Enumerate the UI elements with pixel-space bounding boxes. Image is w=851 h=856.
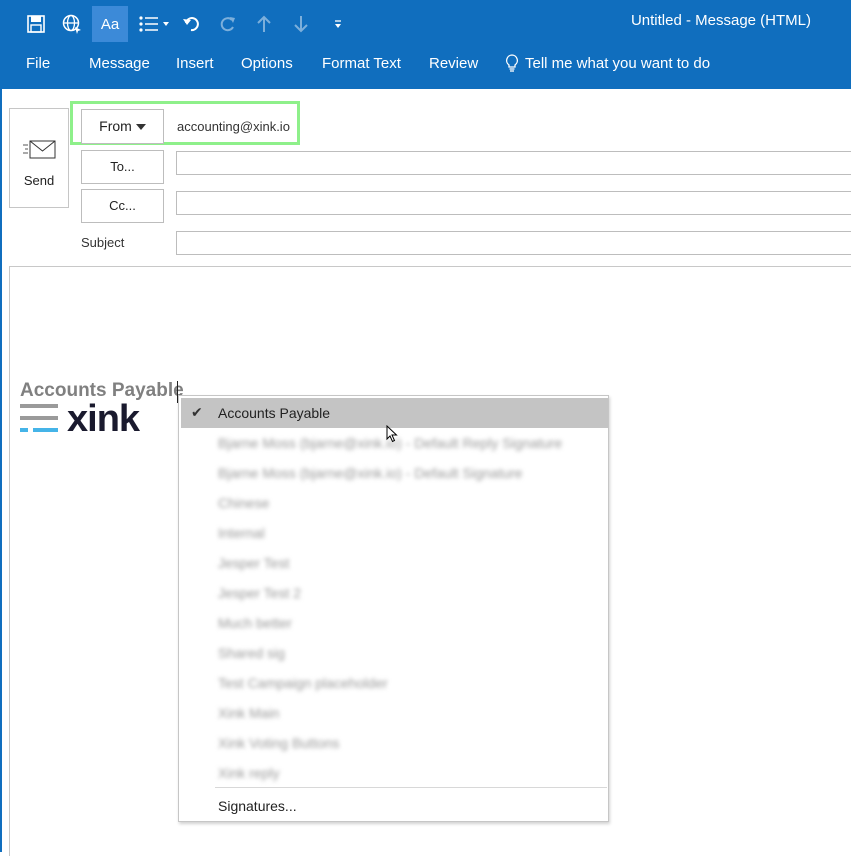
logo-bar (20, 428, 28, 432)
menu-item-label: Jesper Test (218, 555, 290, 571)
menu-item-label: Internal (218, 525, 265, 541)
menu-item-label: Jesper Test 2 (218, 585, 302, 601)
title-bar: Aa Untitled - Message (HTML) (0, 0, 851, 44)
menu-item-label: Accounts Payable (218, 405, 331, 421)
tell-me-label: Tell me what you want to do (525, 54, 711, 72)
logo-bar (33, 428, 58, 432)
logo-bar (20, 404, 58, 408)
cc-button[interactable]: Cc... (81, 189, 164, 223)
mouse-pointer-icon (386, 425, 398, 443)
menu-item-signatures[interactable]: Signatures... (181, 790, 608, 820)
tab-options[interactable]: Options (241, 55, 293, 72)
menu-item[interactable]: Jesper Test 2 (181, 578, 608, 608)
subject-label: Subject (81, 235, 125, 250)
menu-item[interactable]: Bjarne Moss (bjarne@xink.io) - Default S… (181, 458, 608, 488)
menu-item-label: Xink Voting Buttons (218, 735, 340, 751)
ribbon-tabs: File Message Insert Options Format Text … (0, 44, 851, 89)
customize-icon[interactable] (320, 6, 356, 42)
menu-item[interactable]: Jesper Test (181, 548, 608, 578)
menu-item-label: Xink reply (218, 765, 280, 781)
tab-insert[interactable]: Insert (176, 55, 214, 72)
signature-menu: ✔ Accounts Payable Bjarne Moss (bjarne@x… (178, 395, 609, 822)
menu-item[interactable]: Chinese (181, 488, 608, 518)
down-arrow-icon[interactable] (283, 6, 319, 42)
to-field[interactable] (176, 151, 851, 175)
cc-label: Cc... (109, 198, 136, 213)
send-icon (23, 140, 56, 159)
tab-format-text[interactable]: Format Text (322, 55, 401, 72)
save-icon[interactable] (18, 6, 54, 42)
menu-item-label: Shared sig (218, 645, 285, 661)
menu-item-label: Much better (218, 615, 292, 631)
cc-field[interactable] (176, 191, 851, 215)
to-button[interactable]: To... (81, 150, 164, 184)
menu-item[interactable]: Shared sig (181, 638, 608, 668)
lightbulb-icon (506, 54, 518, 72)
redo-icon[interactable] (210, 6, 246, 42)
bullets-icon[interactable] (136, 6, 172, 42)
from-address: accounting@xink.io (177, 119, 290, 134)
logo-bar (20, 416, 58, 420)
menu-item[interactable]: Test Campaign placeholder (181, 668, 608, 698)
menu-item-accounts-payable[interactable]: ✔ Accounts Payable (181, 398, 608, 428)
send-label: Send (23, 173, 55, 188)
menu-item-label: Test Campaign placeholder (218, 675, 388, 691)
menu-separator (215, 787, 607, 788)
checkmark-icon: ✔ (191, 404, 203, 420)
to-label: To... (110, 159, 135, 174)
menu-item[interactable]: Internal (181, 518, 608, 548)
from-label: From (99, 118, 132, 134)
menu-item[interactable]: Much better (181, 608, 608, 638)
subject-field[interactable] (176, 231, 851, 255)
menu-item-label: Bjarne Moss (bjarne@xink.io) - Default S… (218, 465, 523, 481)
send-button[interactable]: Send (9, 108, 69, 208)
menu-item[interactable]: Xink reply (181, 758, 608, 788)
logo-text: xink (67, 398, 140, 440)
window-border (0, 89, 2, 852)
caret-down-icon (135, 124, 146, 131)
menu-item-label: Xink Main (218, 705, 280, 721)
globe-icon[interactable] (54, 6, 90, 42)
undo-icon[interactable] (174, 6, 210, 42)
tab-message[interactable]: Message (89, 55, 150, 72)
from-button[interactable]: From (81, 109, 164, 144)
up-arrow-icon[interactable] (246, 6, 282, 42)
tab-file[interactable]: File (26, 55, 50, 72)
menu-item-label: Chinese (218, 495, 270, 511)
window-title: Untitled - Message (HTML) (630, 12, 811, 29)
tab-review[interactable]: Review (429, 55, 478, 72)
menu-item[interactable]: Xink Main (181, 698, 608, 728)
menu-item-label: Signatures... (218, 798, 297, 814)
menu-item[interactable]: Xink Voting Buttons (181, 728, 608, 758)
tell-me-search[interactable]: Tell me what you want to do (505, 54, 710, 72)
format-text-icon[interactable]: Aa (92, 6, 128, 42)
format-text-label: Aa (100, 15, 120, 33)
